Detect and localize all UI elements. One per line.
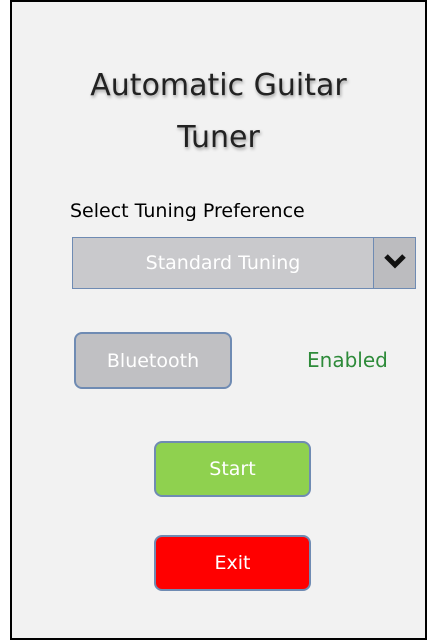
bluetooth-button[interactable]: Bluetooth: [74, 332, 232, 389]
exit-button[interactable]: Exit: [154, 535, 311, 591]
app-title-line2: Tuner: [177, 120, 260, 155]
tuning-preference-label: Select Tuning Preference: [70, 200, 305, 222]
dropdown-toggle-button[interactable]: [373, 238, 415, 288]
tuning-preference-dropdown[interactable]: Standard Tuning: [72, 237, 416, 289]
tuning-selected-value[interactable]: Standard Tuning: [73, 238, 373, 288]
app-window: Automatic Guitar Tuner Select Tuning Pre…: [10, 0, 427, 640]
chevron-down-icon: [383, 253, 406, 273]
bluetooth-status: Enabled: [307, 348, 388, 372]
app-title-line1: Automatic Guitar: [90, 68, 347, 103]
start-button[interactable]: Start: [154, 441, 311, 497]
